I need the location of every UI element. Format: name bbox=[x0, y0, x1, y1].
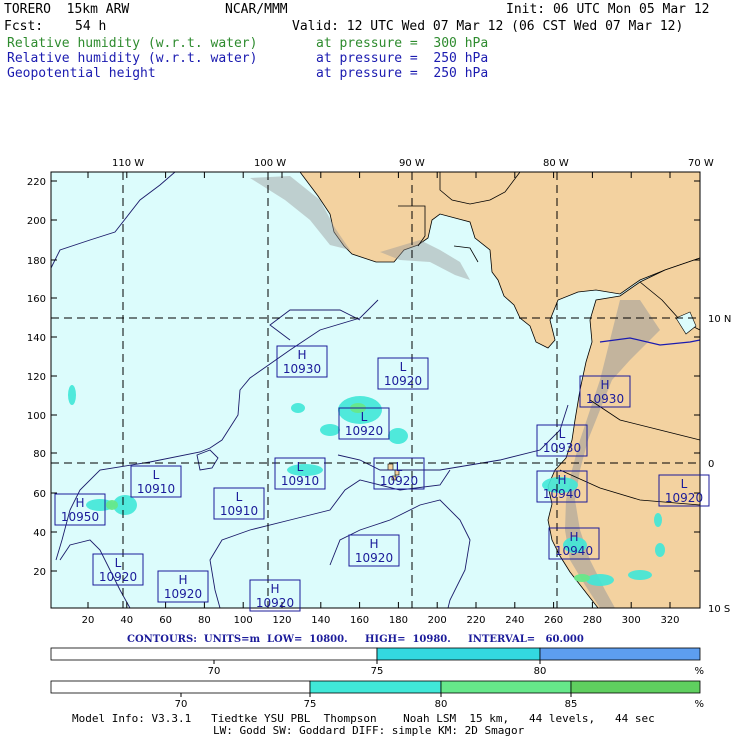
y-tick-label: 20 bbox=[33, 567, 46, 578]
x-tick-label: 40 bbox=[120, 615, 133, 626]
lon-label: 80 W bbox=[543, 158, 569, 169]
marker-value: 10920 bbox=[355, 551, 393, 565]
lat-label: 10 N bbox=[708, 314, 731, 325]
physics-info: LW: Godd SW: Goddard DIFF: simple KM: 2D… bbox=[213, 724, 525, 737]
marker-value: 10920 bbox=[384, 374, 422, 388]
x-tick-label: 20 bbox=[82, 615, 95, 626]
colorbar-unit: % bbox=[694, 666, 704, 677]
x-axis-labels: 20 40 60 80 100 120 140 160 180 200 220 240 260 280 30… bbox=[82, 615, 680, 626]
marker-type: H bbox=[178, 573, 187, 587]
y-tick-label: 80 bbox=[33, 449, 46, 460]
colorbar-250hpa: 70 75 80% bbox=[50, 647, 704, 677]
marker-type: H bbox=[270, 582, 279, 596]
colorbar-label: 75 bbox=[371, 666, 384, 677]
colorbar-label: 75 bbox=[304, 699, 317, 710]
x-tick-label: 100 bbox=[234, 615, 253, 626]
y-tick-label: 220 bbox=[27, 177, 46, 188]
x-tick-label: 280 bbox=[583, 615, 602, 626]
x-tick-label: 260 bbox=[544, 615, 563, 626]
marker-type: H bbox=[600, 378, 609, 392]
x-tick-label: 120 bbox=[272, 615, 291, 626]
y-tick-label: 160 bbox=[27, 294, 46, 305]
colorbar-label: 70 bbox=[175, 699, 188, 710]
colorbar-segment bbox=[309, 680, 442, 694]
marker-value: 10910 bbox=[220, 504, 258, 518]
marker-value: 10950 bbox=[61, 510, 99, 524]
marker-value: 10930 bbox=[283, 362, 321, 376]
colorbar-segment bbox=[539, 647, 701, 661]
marker-value: 10930 bbox=[543, 441, 581, 455]
colorbar-label: 80 bbox=[435, 699, 448, 710]
marker-type: L bbox=[236, 490, 243, 504]
y-axis-labels: 220 200 180 160 140 120 100 80 60 40 20 bbox=[27, 177, 46, 578]
x-tick-label: 200 bbox=[428, 615, 447, 626]
x-tick-label: 240 bbox=[505, 615, 524, 626]
lat-label: 0 bbox=[708, 459, 714, 470]
colorbar-segment bbox=[440, 680, 572, 694]
marker-type: H bbox=[569, 530, 578, 544]
x-tick-label: 220 bbox=[466, 615, 485, 626]
marker-value: 10940 bbox=[543, 487, 581, 501]
colorbar-300hpa: 70 75 80 85% bbox=[50, 680, 704, 710]
y-tick-label: 40 bbox=[33, 528, 46, 539]
y-tick-label: 100 bbox=[27, 411, 46, 422]
marker-type: L bbox=[396, 460, 403, 474]
weather-map: 110 W 100 W 90 W 80 W 70 W 10 N 0 10 S 2… bbox=[27, 158, 731, 710]
x-tick-label: 300 bbox=[622, 615, 641, 626]
lon-label: 90 W bbox=[399, 158, 425, 169]
lat-label: 10 S bbox=[708, 604, 730, 615]
marker-type: L bbox=[400, 360, 407, 374]
y-tick-label: 180 bbox=[27, 256, 46, 267]
x-tick-label: 140 bbox=[311, 615, 330, 626]
marker-value: 10920 bbox=[164, 587, 202, 601]
marker-value: 10920 bbox=[99, 570, 137, 584]
marker-value: 10910 bbox=[137, 482, 175, 496]
x-tick-label: 60 bbox=[159, 615, 172, 626]
colorbar-label: 80 bbox=[534, 666, 547, 677]
marker-value: 10940 bbox=[555, 544, 593, 558]
marker-type: L bbox=[153, 468, 160, 482]
x-tick-label: 160 bbox=[350, 615, 369, 626]
x-tick-label: 320 bbox=[660, 615, 679, 626]
y-tick-label: 60 bbox=[33, 489, 46, 500]
x-tick-label: 80 bbox=[198, 615, 211, 626]
colorbar-unit: % bbox=[694, 699, 704, 710]
marker-type: H bbox=[297, 348, 306, 362]
y-tick-label: 140 bbox=[27, 333, 46, 344]
y-tick-label: 120 bbox=[27, 372, 46, 383]
x-tick-label: 180 bbox=[389, 615, 408, 626]
marker-type: L bbox=[559, 427, 566, 441]
colorbar-segment bbox=[570, 680, 701, 694]
marker-value: 10920 bbox=[665, 491, 703, 505]
colorbar-label: 85 bbox=[565, 699, 578, 710]
marker-value: 10920 bbox=[380, 474, 418, 488]
marker-type: L bbox=[681, 477, 688, 491]
colorbar-label: 70 bbox=[208, 666, 221, 677]
marker-type: H bbox=[557, 473, 566, 487]
marker-type: L bbox=[115, 556, 122, 570]
colorbar-segment bbox=[50, 680, 311, 694]
lon-label: 110 W bbox=[112, 158, 144, 169]
y-tick-label: 200 bbox=[27, 216, 46, 227]
marker-type: H bbox=[369, 537, 378, 551]
contour-info: CONTOURS: UNITS=m LOW= 10800. HIGH= 1098… bbox=[127, 634, 584, 645]
marker-value: 10920 bbox=[256, 596, 294, 610]
colorbar-segment bbox=[50, 647, 378, 661]
colorbar-segment bbox=[376, 647, 541, 661]
marker-value: 10910 bbox=[281, 474, 319, 488]
marker-type: L bbox=[361, 410, 368, 424]
marker-type: H bbox=[75, 496, 84, 510]
marker-value: 10930 bbox=[586, 392, 624, 406]
marker-value: 10920 bbox=[345, 424, 383, 438]
lon-label: 70 W bbox=[688, 158, 714, 169]
marker-type: L bbox=[297, 460, 304, 474]
lon-label: 100 W bbox=[254, 158, 286, 169]
